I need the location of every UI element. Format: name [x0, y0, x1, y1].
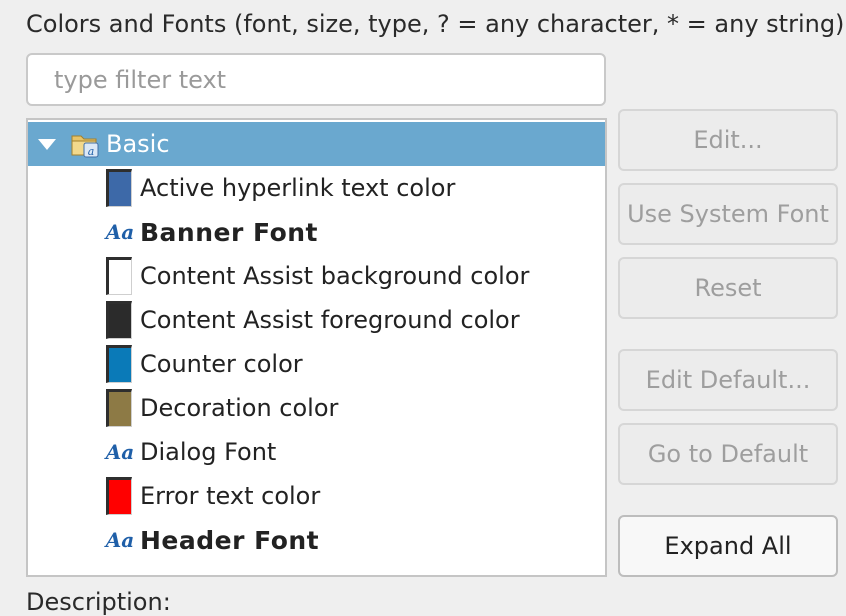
use-system-font-button[interactable]: Use System Font [618, 183, 838, 245]
tree-item-label: Content Assist foreground color [140, 306, 520, 334]
tree-item[interactable]: Content Assist background color [28, 254, 605, 298]
category-folder-icon: a [71, 135, 99, 158]
expand-arrow-icon[interactable] [38, 138, 56, 150]
tree-item-label: Error text color [140, 482, 321, 510]
colors-fonts-tree[interactable]: a Basic Active hyperlink text color Aa Ban… [26, 118, 607, 577]
tree-node-basic-label: Basic [106, 130, 170, 158]
font-icon: Aa [105, 220, 135, 244]
tree-item[interactable]: Counter color [28, 342, 605, 386]
description-label: Description: [26, 588, 171, 616]
tree-item-label: Decoration color [140, 394, 339, 422]
color-swatch-icon [106, 345, 132, 383]
tree-item[interactable]: Aa Header Font [28, 518, 605, 562]
tree-item[interactable]: Error text color [28, 474, 605, 518]
expand-all-button[interactable]: Expand All [618, 515, 838, 577]
tree-item-label: Banner Font [140, 217, 318, 247]
tree-item-label: Active hyperlink text color [140, 174, 456, 202]
color-swatch-icon [106, 169, 132, 207]
edit-button[interactable]: Edit... [618, 109, 838, 171]
tree-item-label: Dialog Font [140, 438, 277, 466]
color-swatch-icon [106, 257, 132, 295]
tree-item-label: Counter color [140, 350, 303, 378]
tree-item[interactable]: Aa Banner Font [28, 210, 605, 254]
tree-item[interactable]: Content Assist foreground color [28, 298, 605, 342]
reset-button[interactable]: Reset [618, 257, 838, 319]
edit-default-button[interactable]: Edit Default... [618, 349, 838, 411]
tree-item[interactable]: Decoration color [28, 386, 605, 430]
color-swatch-icon [106, 477, 132, 515]
go-to-default-button[interactable]: Go to Default [618, 423, 838, 485]
tree-item[interactable]: Aa Dialog Font [28, 430, 605, 474]
color-swatch-icon [106, 301, 132, 339]
font-icon: Aa [105, 440, 135, 464]
svg-text:a: a [88, 145, 95, 158]
tree-item[interactable]: Active hyperlink text color [28, 166, 605, 210]
tree-node-basic[interactable]: a Basic [28, 122, 605, 166]
filter-input[interactable] [26, 53, 606, 106]
tree-item-label: Header Font [140, 525, 320, 555]
colors-fonts-label: Colors and Fonts (font, size, type, ? = … [26, 10, 846, 38]
tree-item-label: Content Assist background color [140, 262, 530, 290]
font-icon: Aa [105, 528, 135, 552]
color-swatch-icon [106, 389, 132, 427]
